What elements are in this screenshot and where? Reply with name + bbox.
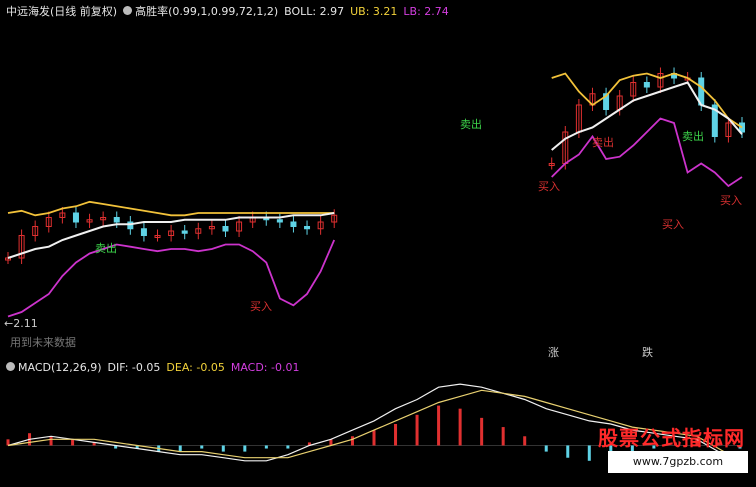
dif-value: DIF: -0.05 [107,360,161,374]
watermark: 股票公式指标网 www.7gpzb.com [598,427,756,483]
candle-body [739,122,745,133]
macd-histogram-bar [394,424,398,446]
macd-histogram-bar [350,436,354,446]
candle-body [290,221,297,227]
macd-histogram-bar [71,439,75,446]
settings-dot-icon [123,6,133,15]
price-panel [5,67,745,318]
candle-body [72,212,79,223]
buy-signal: 买入 [538,180,560,193]
watermark-url: www.7gpzb.com [608,451,748,473]
macd-histogram-bar [200,445,204,449]
low-price-label: 2.11 [13,317,38,330]
candle-body [181,230,188,234]
candle-body [276,219,283,223]
macd-histogram-bar [415,414,419,446]
candle-body [304,226,311,230]
lb-value: LB: 2.74 [403,4,449,18]
buy-signal: 买入 [250,300,272,313]
macd-histogram-bar [501,427,505,446]
buy-signal: 买入 [720,194,742,207]
candle-body [643,82,650,88]
series-lb-line [7,239,336,318]
macd-histogram-bar [329,439,333,446]
future-data-note: 用到未来数据 [10,336,76,349]
macd-label[interactable]: MACD(12,26,9) [6,361,102,374]
boll-value: BOLL: 2.97 [284,4,345,18]
macd-histogram-bar [178,445,182,452]
watermark-title: 股票公式指标网 [598,427,745,450]
macd-histogram-bar [566,445,570,458]
low-price-arrow-icon: ←2.11 [4,317,38,330]
macd-histogram-bar [243,445,247,452]
stock-title: 中远海发(日线 前复权) [6,5,118,18]
macd-histogram-bar [587,445,591,461]
macd-histogram-bar [523,436,527,446]
sell-signal: 卖出 [592,136,614,149]
macd-histogram-bar [6,439,10,446]
candle-body [140,228,147,236]
macd-histogram-bar [544,445,548,452]
macd-histogram-bar [264,445,268,449]
up-marker: 涨 [548,346,559,359]
sell-signal: 卖出 [682,130,704,143]
series-ub-line [7,200,335,217]
buy-signal: 买入 [662,218,684,231]
ub-value: UB: 3.21 [350,4,398,18]
macd-histogram-bar [372,430,376,446]
macd-header: MACD(12,26,9) DIF: -0.05 DEA: -0.05 MACD… [6,359,299,375]
macd-histogram-bar [286,445,290,449]
sell-signal: 卖出 [95,242,117,255]
candle-body [113,217,120,223]
macd-histogram-bar [458,408,462,446]
indicator-label[interactable]: 高胜率(0.99,1,0.99,72,1,2) [123,3,278,19]
macd-value: MACD: -0.01 [230,360,300,374]
candle-body [222,226,229,232]
macd-histogram-bar [437,405,441,446]
down-marker: 跌 [642,346,653,359]
macd-histogram-bar [221,445,225,452]
macd-histogram-bar [49,436,53,446]
chart-header: 中远海发(日线 前复权) 高胜率(0.99,1,0.99,72,1,2) BOL… [6,3,449,19]
dea-value: DEA: -0.05 [166,360,225,374]
macd-histogram-bar [480,417,484,446]
settings-dot-icon [6,361,15,371]
sell-signal: 卖出 [460,118,482,131]
